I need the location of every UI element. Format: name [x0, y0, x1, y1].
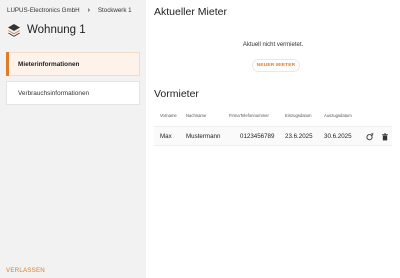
column-header: Auszugsdatum	[324, 113, 352, 118]
trash-icon[interactable]	[381, 133, 389, 141]
breadcrumb-floor[interactable]: Stockwerk 1	[98, 7, 132, 14]
new-tenant-button[interactable]: NEUER MIETER	[252, 59, 300, 72]
sidebar: LUPUS-Electronics GmbH › Stockwerk 1 Woh…	[0, 0, 146, 278]
cell-move-out: 30.6.2025	[324, 133, 352, 140]
nav-item-verbrauchsinformationen[interactable]: Verbrauchsinformationen	[6, 81, 140, 105]
breadcrumb: LUPUS-Electronics GmbH › Stockwerk 1	[7, 7, 132, 14]
previous-tenants-title: Vormieter	[154, 88, 199, 100]
page-title: Wohnung 1	[27, 24, 86, 36]
page-header: Wohnung 1	[7, 21, 86, 39]
table-header: Vorname Nachname Firma Telefonnummer Ein…	[154, 113, 392, 123]
nav-item-mieterinformationen[interactable]: Mieterinformationen	[6, 52, 140, 76]
person-remove-icon[interactable]	[366, 133, 374, 141]
cell-last-name: Mustermann	[186, 133, 221, 140]
stack-layers-icon	[8, 24, 20, 37]
column-header: Telefonnummer	[240, 113, 269, 118]
cell-first-name: Max	[160, 133, 172, 140]
breadcrumb-company[interactable]: LUPUS-Electronics GmbH	[7, 7, 80, 14]
current-tenant-title: Aktueller Mieter	[154, 6, 227, 18]
nav-item-label: Mieterinformationen	[18, 60, 80, 68]
table-row[interactable]: Max Mustermann 0123456789 23.6.2025 30.6…	[154, 126, 392, 146]
column-header: Firma	[229, 113, 240, 118]
cell-phone: 0123456789	[240, 133, 275, 140]
column-header: Nachname	[186, 113, 207, 118]
empty-state-text: Aktuell nicht vermietet.	[242, 42, 304, 48]
nav-item-label: Verbrauchsinformationen	[18, 89, 90, 97]
main-content: Aktueller Mieter Aktuell nicht vermietet…	[146, 0, 400, 278]
column-header: Einzugsdatum	[285, 113, 312, 118]
cell-move-in: 23.6.2025	[285, 133, 313, 140]
breadcrumb-separator-icon: ›	[87, 7, 90, 14]
column-header: Vorname	[160, 113, 177, 118]
leave-button[interactable]: VERLASSEN	[6, 267, 45, 274]
